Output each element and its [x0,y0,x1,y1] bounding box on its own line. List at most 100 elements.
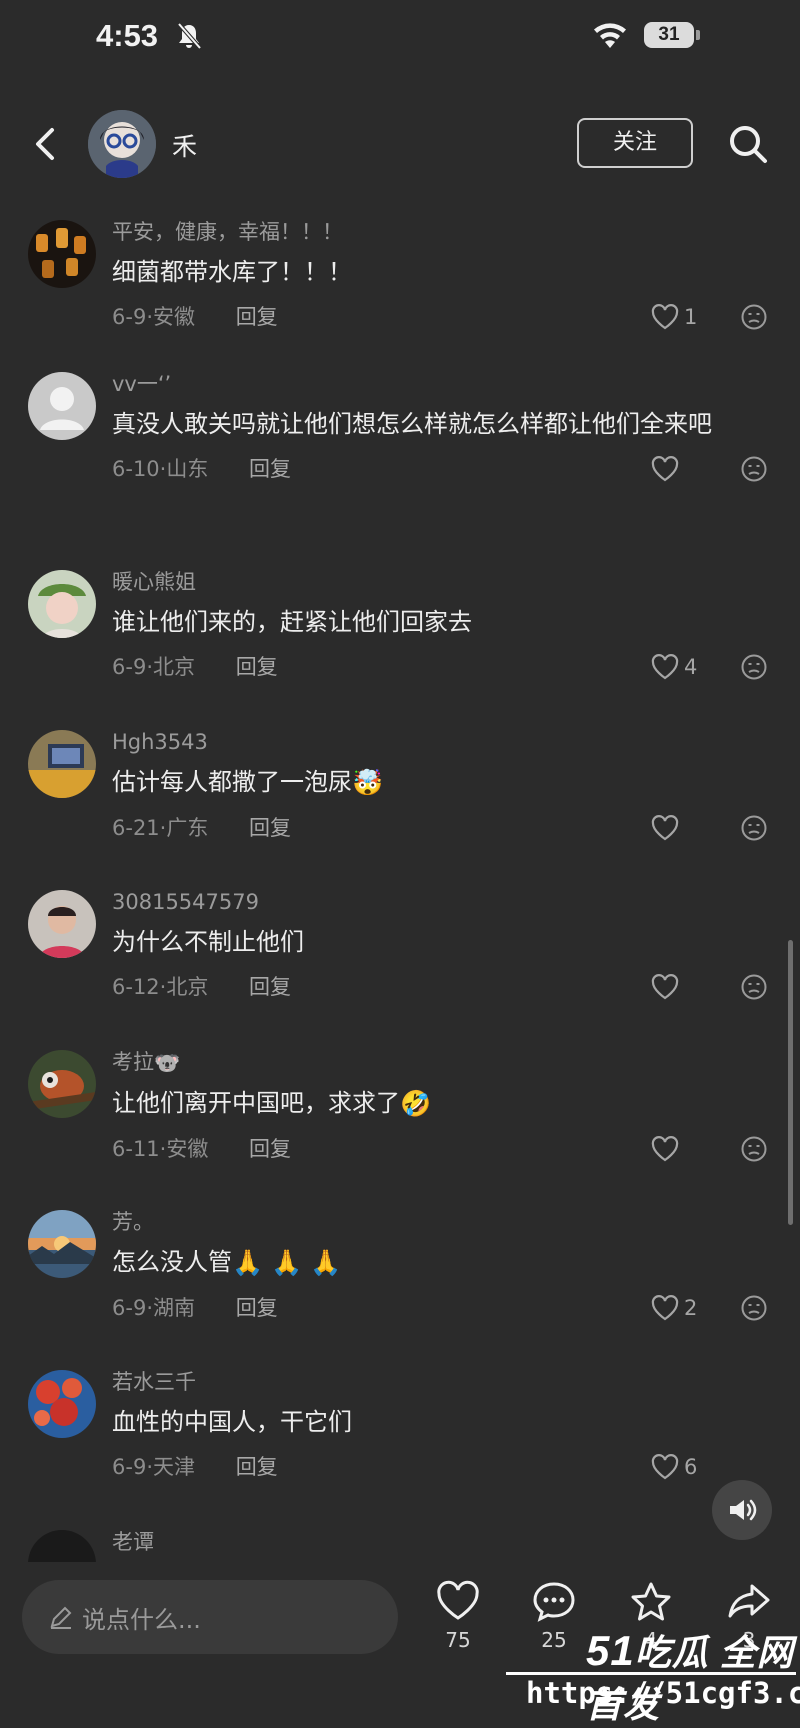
dislike-face-icon[interactable] [740,1294,768,1332]
dislike-face-icon[interactable] [740,303,768,341]
comment-item: 老谭 [0,1520,800,1562]
comment-item: vv一‘’ 真没人敢关吗就让他们想怎么样就怎么样都让他们全来吧 6-10·山东 … [0,362,800,560]
dislike-face-icon[interactable] [740,653,768,691]
comment-text: 估计每人都撒了一泡尿🤯 [112,760,777,805]
comment-username[interactable]: vv一‘’ [112,370,777,398]
dislike-face-icon[interactable] [740,1135,768,1173]
heart-icon [651,654,679,680]
comment-list[interactable]: 平安，健康，幸福！！！ 细菌都带水库了！！！ 6-9·安徽 回复 1 vv一‘’… [0,210,800,1562]
comment-username[interactable]: 30815547579 [112,888,777,916]
dislike-face-icon[interactable] [740,973,768,1011]
back-arrow-icon[interactable] [26,122,66,166]
author-avatar[interactable] [88,110,156,178]
comment-meta: 6-12·北京 回复 [112,970,777,1004]
comment-username[interactable]: 若水三千 [112,1368,777,1396]
dislike-face-icon[interactable] [740,814,768,852]
reply-button[interactable]: 回复 [236,1296,278,1320]
user-avatar[interactable] [28,570,96,638]
comment-username[interactable]: Hgh3543 [112,728,777,756]
comment-input[interactable]: 说点什么... [22,1580,398,1654]
wifi-icon [592,22,628,54]
follow-button[interactable]: 关注 [577,118,693,168]
reply-button[interactable]: 回复 [236,305,278,329]
exploding-head-emoji: 🤯 [352,768,384,797]
comment-text: 血性的中国人，干它们 [112,1408,352,1436]
comment-meta: 6-9·天津 回复 6 [112,1450,777,1484]
search-icon[interactable] [726,122,770,170]
comment-username[interactable]: 老谭 [112,1528,777,1556]
comment-location: 山东 [166,457,209,481]
comment-date: 6-9 [112,1455,147,1479]
watermark-number: 51 [586,1627,635,1674]
comment-item: 暖心熊姐 谁让他们来的，赶紧让他们回家去 6-9·北京 回复 4 [0,560,800,720]
comment-date: 6-9 [112,655,147,679]
comment-username[interactable]: 考拉🐨 [112,1048,777,1077]
comment-location: 北京 [153,655,195,679]
reply-button[interactable]: 回复 [249,1137,291,1161]
reply-button[interactable]: 回复 [249,457,291,481]
heart-icon [651,304,679,330]
post-like-count: 75 [445,1628,471,1652]
comment-item: Hgh3543 估计每人都撒了一泡尿🤯 6-21·广东 回复 [0,720,800,880]
reply-button[interactable]: 回复 [236,1455,278,1479]
user-avatar[interactable] [28,1530,96,1562]
comment-text: 怎么没人管🙏 🙏 🙏 [112,1240,777,1285]
like-button[interactable] [650,972,684,1002]
comment-item: 芳。 怎么没人管🙏 🙏 🙏 6-9·湖南 回复 2 [0,1200,800,1360]
like-button[interactable]: 6 [650,1452,697,1482]
comment-meta: 6-21·广东 回复 [112,811,777,845]
comment-date: 6-11 [112,1137,160,1161]
like-button[interactable]: 1 [650,302,697,332]
comment-date: 6-9 [112,305,147,329]
bottom-bar: 说点什么... 75 25 4 3 51吃瓜 全网首发 https://51cg… [0,1562,800,1725]
comment-location: 广东 [166,816,209,840]
battery-indicator: 31 [644,22,700,48]
like-count: 2 [684,1296,698,1320]
comment-username[interactable]: 平安，健康，幸福！！！ [112,218,777,246]
user-avatar[interactable] [28,730,96,798]
author-name[interactable]: 禾 [172,127,197,163]
heart-icon [651,1454,679,1480]
comment-meta: 6-11·安徽 回复 [112,1132,777,1166]
comment-text: 让他们离开中国吧，求求了🤣 [112,1081,777,1126]
comment-input-placeholder: 说点什么... [82,1606,201,1634]
heart-icon [651,815,679,841]
reply-button[interactable]: 回复 [249,975,291,999]
user-avatar[interactable] [28,890,96,958]
like-button[interactable]: 4 [650,652,697,682]
user-avatar[interactable] [28,1050,96,1118]
user-avatar[interactable] [28,1370,96,1438]
scrollbar[interactable] [788,940,793,1225]
watermark-url: https://51cgf3.com [526,1676,800,1710]
heart-icon [651,974,679,1000]
comment-location: 天津 [153,1455,195,1479]
comment-meta: 6-9·安徽 回复 1 [112,300,777,334]
top-header: 禾 关注 [0,100,800,190]
like-post-button[interactable]: 75 [423,1580,493,1652]
like-button[interactable]: 2 [650,1293,697,1323]
comment-text-body: 怎么没人管 [112,1248,232,1276]
reply-button[interactable]: 回复 [249,816,291,840]
reply-button[interactable]: 回复 [236,655,278,679]
comment-username[interactable]: 暖心熊姐 [112,568,777,596]
speaker-icon[interactable] [712,1480,772,1540]
comment-location: 北京 [166,975,209,999]
comment-text: 细菌都带水库了！！！ [112,258,352,286]
comment-meta: 6-9·北京 回复 4 [112,650,777,684]
dislike-face-icon[interactable] [740,455,768,493]
comment-username[interactable]: 芳。 [112,1208,777,1236]
heart-icon [651,1136,679,1162]
comment-date: 6-10 [112,457,160,481]
user-avatar[interactable] [28,372,96,440]
pencil-icon [48,1604,74,1634]
like-button[interactable] [650,454,684,484]
koala-emoji: 🐨 [154,1051,181,1075]
user-avatar[interactable] [28,1210,96,1278]
watermark: 51吃瓜 全网首发 https://51cgf3.com [506,1616,800,1725]
comment-meta: 6-10·山东 回复 [112,452,777,486]
user-avatar[interactable] [28,220,96,288]
status-time: 4:53 [96,18,159,53]
like-button[interactable] [650,813,684,843]
comment-text-body: 让他们离开中国吧，求求了 [112,1089,400,1117]
like-button[interactable] [650,1134,684,1164]
